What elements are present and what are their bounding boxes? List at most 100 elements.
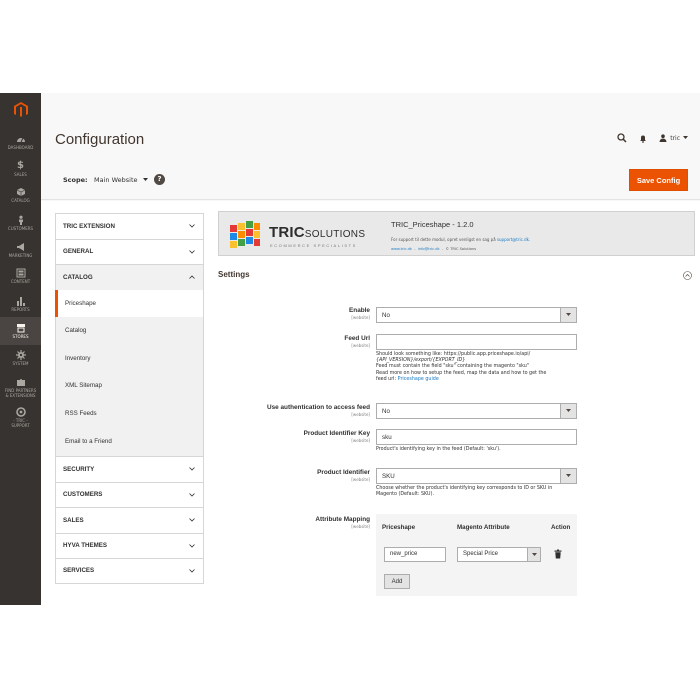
nav-sales[interactable]: $ SALES [0,161,41,178]
col-action: Action [551,524,571,531]
tab-label: SECURITY [63,465,95,473]
person-icon [18,215,23,225]
attribute-mapping-table: Priceshape Magento Attribute Action new_… [376,514,577,596]
col-magento-attribute: Magento Attribute [457,524,510,531]
col-priceshape: Priceshape [382,524,416,531]
chevron-down-icon [189,224,195,228]
caret-down-icon [566,409,571,412]
chevron-down-icon [189,492,195,497]
scope-hint: [website] [351,315,370,320]
admin-frame: DASHBOARD $ SALES CATALOG CUSTOMERS MARK… [0,93,700,605]
support-text: For support til dette modul, opret venli… [391,237,496,242]
tab-customers[interactable]: CUSTOMERS [55,481,204,507]
subtab-rss-feeds[interactable]: RSS Feeds [55,399,204,427]
scope-switcher[interactable]: Main Website [94,176,148,184]
search-icon[interactable] [617,133,627,143]
collapse-section-icon[interactable] [683,271,692,280]
auth-select[interactable]: No [376,403,577,419]
nav-find-partners[interactable]: FIND PARTNERS & EXTENSIONS [0,377,41,398]
select-value: SKU [382,473,395,480]
auth-label-text: Use authentication to access feed [267,404,370,411]
nav-system[interactable]: SYSTEM [0,350,41,366]
nav-reports[interactable]: REPORTS [0,296,41,312]
nav-content[interactable]: CONTENT [0,268,41,284]
support-email-link[interactable]: support@tric.dk. [497,237,530,242]
caret-down-icon [566,474,571,477]
tab-label: SERVICES [63,567,95,575]
subtab-xml-sitemap[interactable]: XML Sitemap [55,372,204,400]
admin-sidebar: DASHBOARD $ SALES CATALOG CUSTOMERS MARK… [0,93,41,605]
trash-icon[interactable] [554,549,562,559]
nav-marketing[interactable]: MARKETING [0,242,41,258]
caret-down-icon [566,313,571,316]
select-arrow [560,404,576,418]
identifier-key-input[interactable]: sku [376,429,577,445]
note-line: Magento (Default: SKU). [376,492,434,498]
tab-sales[interactable]: SALES [55,507,204,533]
identifier-key-note: Product's identifying key in the feed (D… [376,447,501,452]
site-link[interactable]: www.tric.dk [391,247,412,251]
tab-label: CUSTOMERS [63,491,103,499]
select-arrow [560,469,576,483]
tab-hyva-themes[interactable]: HYVA THEMES [55,532,204,558]
settings-section-title[interactable]: Settings [218,270,250,279]
select-arrow [527,548,540,561]
feed-url-note: Should look something like: https://publ… [376,352,581,383]
nav-label: DASHBOARD [7,145,34,150]
scope-bar: Scope: Main Website ? Save Config [41,162,700,200]
note-line: Should look something like: https://publ… [376,352,531,357]
scope-help-icon[interactable]: ? [154,174,165,185]
caret-down-icon [531,552,537,556]
identifier-key-label: Product Identifier Key [303,430,370,437]
identifier-label: Product Identifier [317,469,370,476]
tab-label: TRIC EXTENSION [63,222,115,230]
magento-logo[interactable] [0,97,41,123]
nav-catalog[interactable]: CATALOG [0,187,41,203]
tab-tric-extension[interactable]: TRIC EXTENSION [55,213,204,239]
dashboard-icon [16,137,25,143]
info-email-link[interactable]: info@tric.dk [418,247,440,251]
tab-services[interactable]: SERVICES [55,558,204,584]
nav-customers[interactable]: CUSTOMERS [0,215,41,231]
subtab-inventory[interactable]: Inventory [55,344,204,372]
nav-stores[interactable]: STORES [0,317,41,345]
nav-dashboard[interactable]: DASHBOARD [0,134,41,150]
save-config-button[interactable]: Save Config [629,169,688,191]
mapping-magento-select[interactable]: Special Price [457,547,541,562]
tab-general[interactable]: GENERAL [55,238,204,264]
mapping-priceshape-input[interactable]: new_price [384,547,446,562]
chevron-down-icon [189,249,195,254]
support-note: For support til dette modul, opret venli… [391,237,530,242]
scope-hint: [website] [351,524,370,529]
nav-label: SYSTEM [12,361,29,366]
bell-icon[interactable] [639,134,647,143]
tab-security[interactable]: SECURITY [55,456,204,482]
identifier-select[interactable]: SKU [376,468,577,484]
scope-hint: [website] [351,438,370,443]
tab-label: SALES [63,516,84,524]
feed-url-input[interactable] [376,334,577,350]
note-line: {API_VERSION}/export/{EXPORT_ID} [376,358,466,364]
tab-catalog[interactable]: CATALOG [55,264,204,290]
chevron-down-icon [189,568,195,573]
subtab-priceshape[interactable]: Priceshape [55,289,204,317]
tab-label: GENERAL [63,248,94,256]
subtab-catalog[interactable]: Catalog [55,317,204,345]
nav-label: CUSTOMERS [7,226,34,231]
nav-label: SALES [14,172,27,177]
enable-select[interactable]: No [376,307,577,323]
feed-url-label: Feed Url [344,335,370,342]
user-menu[interactable]: tric [659,134,688,142]
subtab-email-to-friend[interactable]: Email to a Friend [55,427,204,456]
note-line: Choose whether the product's identifying… [376,486,553,491]
nav-label: CATALOG [11,198,30,203]
scope-hint: [website] [351,412,370,417]
rubik-cube-logo [230,221,260,248]
priceshape-guide-link[interactable]: Priceshape guide [398,377,439,382]
support-icon [15,407,26,417]
note-line: feed url: [376,376,397,382]
nav-label: MARKETING [8,253,33,258]
nav-tric-support[interactable]: - TRIC - SUPPORT [0,407,41,428]
add-mapping-button[interactable]: Add [384,574,410,589]
note-line: Feed must contain the field "sku" contai… [376,364,530,370]
